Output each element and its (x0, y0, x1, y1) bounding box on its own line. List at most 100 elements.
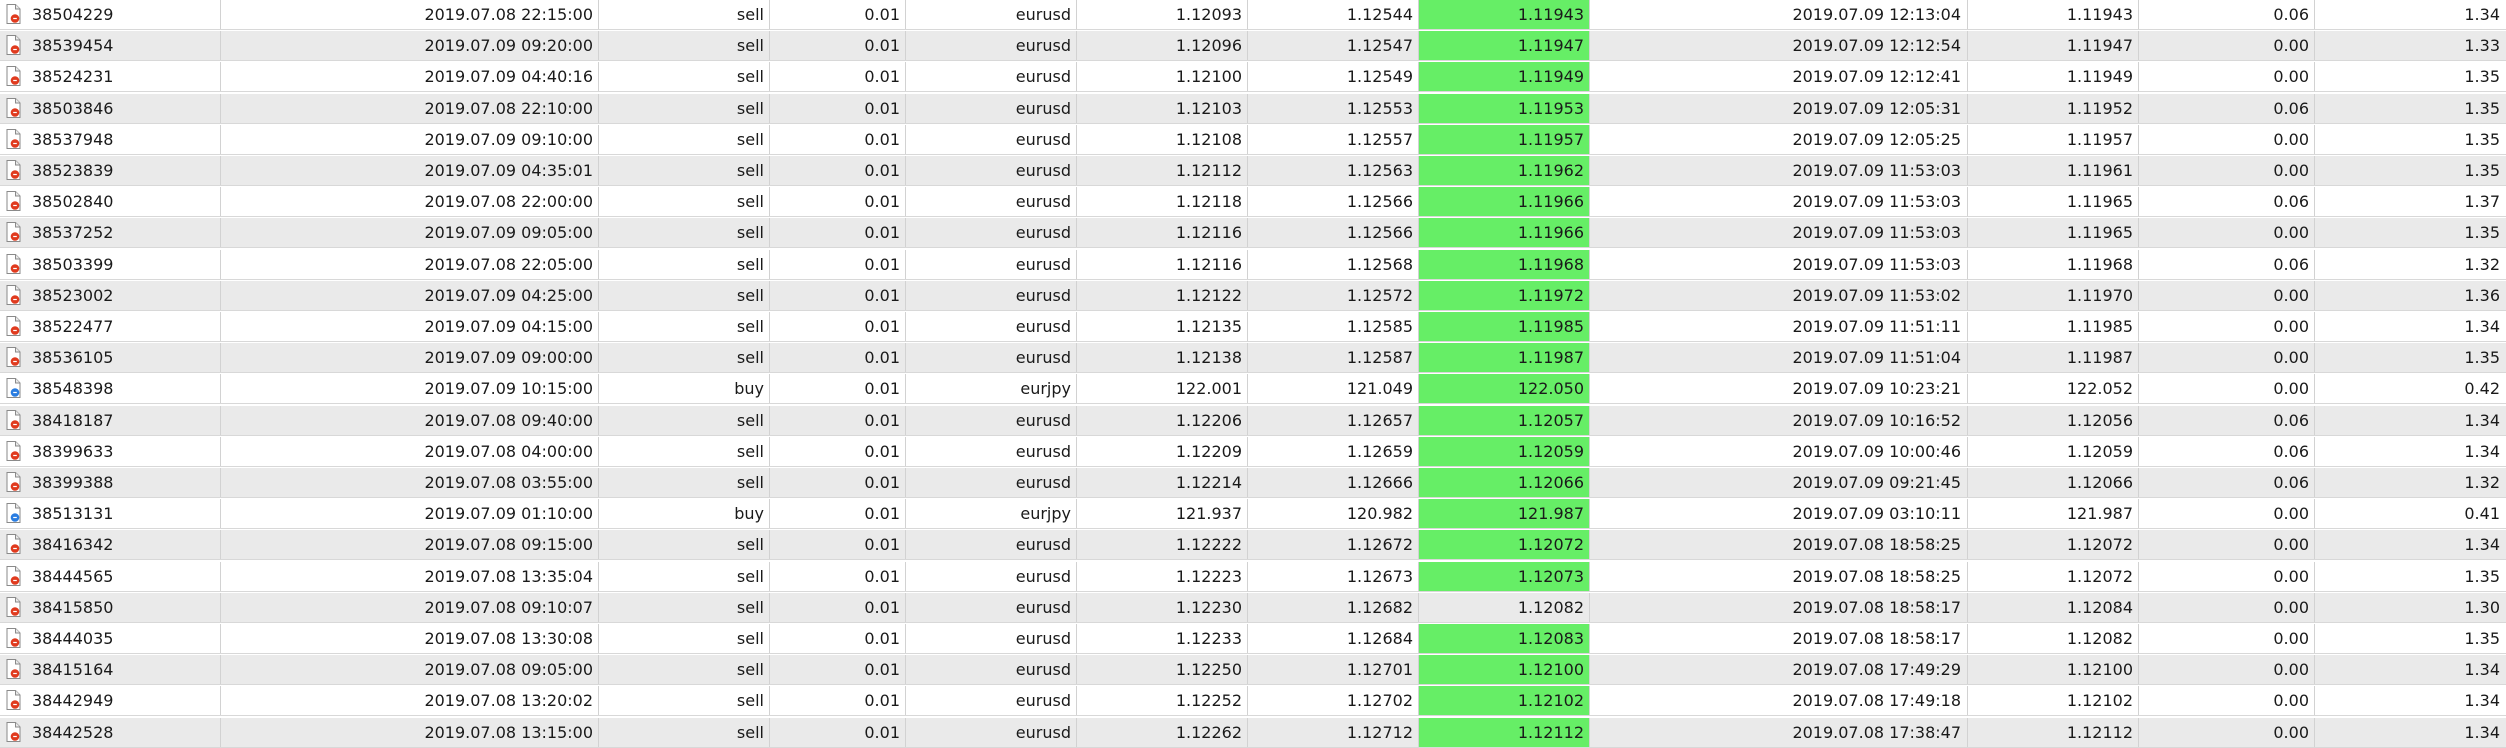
take-profit-cell: 1.11962 (1419, 156, 1590, 185)
swap-cell: 1.33 (2464, 36, 2500, 56)
open-time-cell: 2019.07.09 04:35:01 (221, 156, 599, 185)
close-price-cell: 1.12082 (1968, 624, 2139, 653)
table-row[interactable]: 38399633 2019.07.08 04:00:00 sell 0.01 eurus… (0, 436, 2506, 467)
swap-cell: 1.34 (2464, 441, 2500, 461)
symbol-cell: eurusd (906, 343, 1077, 373)
table-row[interactable]: 38502840 2019.07.08 22:00:00 sell 0.01 eurus… (0, 187, 2506, 218)
type-cell: sell (599, 31, 770, 61)
take-profit-cell: 1.12072 (1419, 530, 1590, 560)
table-row[interactable]: 38415850 2019.07.08 09:10:07 sell 0.01 eurus… (0, 592, 2506, 623)
stop-loss-cell: 1.12659 (1248, 436, 1419, 466)
stop-loss-cell: 1.12544 (1248, 0, 1419, 29)
type-cell: sell (599, 280, 770, 310)
table-row[interactable]: 38442949 2019.07.08 13:20:02 sell 0.01 eurus… (0, 686, 2506, 717)
table-row[interactable]: 38537948 2019.07.09 09:10:00 sell 0.01 eurus… (0, 124, 2506, 155)
commission-cell: 0.06 (2139, 468, 2315, 497)
close-price-cell: 1.11949 (1968, 62, 2139, 92)
swap-cell: 1.34 (2464, 691, 2500, 711)
ticket-cell: 38399388 (0, 468, 221, 497)
type-cell: sell (599, 436, 770, 466)
open-time-cell: 2019.07.08 09:15:00 (221, 530, 599, 560)
open-price-cell: 1.12103 (1077, 93, 1248, 123)
swap-cell: 0.41 (2464, 504, 2500, 524)
table-row[interactable]: 38522477 2019.07.09 04:15:00 sell 0.01 eurus… (0, 312, 2506, 342)
symbol-cell: eurjpy (906, 499, 1077, 529)
symbol-cell: eurusd (906, 187, 1077, 217)
volume-cell: 0.01 (770, 156, 906, 185)
ticket-cell: 38524231 (0, 62, 221, 92)
sell-order-icon (6, 160, 21, 180)
type-cell: sell (599, 124, 770, 154)
close-time-cell: 2019.07.09 11:53:03 (1590, 187, 1968, 217)
table-row[interactable]: 38415164 2019.07.08 09:05:00 sell 0.01 eurus… (0, 655, 2506, 686)
swap-cell: 1.30 (2464, 597, 2500, 617)
open-price-cell: 1.12214 (1077, 468, 1248, 497)
close-time-cell: 2019.07.09 10:16:52 (1590, 405, 1968, 435)
close-time-cell: 2019.07.09 12:12:41 (1590, 62, 1968, 92)
stop-loss-cell: 1.12563 (1248, 156, 1419, 185)
swap-cell: 0.42 (2464, 379, 2500, 399)
ticket-cell: 38522477 (0, 312, 221, 341)
volume-cell: 0.01 (770, 561, 906, 591)
open-price-cell: 1.12206 (1077, 405, 1248, 435)
table-row[interactable]: 38536105 2019.07.09 09:00:00 sell 0.01 eurus… (0, 343, 2506, 374)
sell-order-icon (6, 128, 21, 149)
table-row[interactable]: 38444565 2019.07.08 13:35:04 sell 0.01 eurus… (0, 561, 2506, 592)
open-price-cell: 122.001 (1077, 374, 1248, 404)
sell-order-icon (6, 440, 21, 461)
close-price-cell: 1.12059 (1968, 436, 2139, 466)
table-row[interactable]: 38523839 2019.07.09 04:35:01 sell 0.01 eurus… (0, 156, 2506, 186)
ticket-number: 38539454 (32, 36, 114, 56)
open-price-cell: 1.12122 (1077, 280, 1248, 310)
take-profit-cell: 1.11972 (1419, 280, 1590, 310)
ticket-number: 38415850 (32, 597, 114, 617)
close-price-cell: 1.11965 (1968, 218, 2139, 248)
table-row[interactable]: 38503399 2019.07.08 22:05:00 sell 0.01 eurus… (0, 249, 2506, 280)
ticket-number: 38442528 (32, 722, 114, 742)
table-row[interactable]: 38504229 2019.07.08 22:15:00 sell 0.01 eurus… (0, 0, 2506, 30)
take-profit-cell: 1.11957 (1419, 124, 1590, 154)
table-row[interactable]: 38537252 2019.07.09 09:05:00 sell 0.01 eurus… (0, 218, 2506, 249)
table-row[interactable]: 38503846 2019.07.08 22:10:00 sell 0.01 eurus… (0, 93, 2506, 124)
table-row[interactable]: 38416342 2019.07.08 09:15:00 sell 0.01 eurus… (0, 530, 2506, 561)
swap-cell: 1.35 (2464, 348, 2500, 368)
close-time-cell: 2019.07.08 17:49:18 (1590, 686, 1968, 716)
commission-cell: 0.00 (2139, 655, 2315, 685)
close-time-cell: 2019.07.09 11:53:03 (1590, 249, 1968, 279)
ticket-number: 38513131 (32, 504, 114, 524)
swap-cell: 1.37 (2464, 192, 2500, 212)
stop-loss-cell: 1.12682 (1248, 592, 1419, 622)
close-time-cell: 2019.07.08 17:38:47 (1590, 717, 1968, 747)
close-time-cell: 2019.07.09 12:12:54 (1590, 31, 1968, 61)
symbol-cell: eurusd (906, 592, 1077, 622)
table-row[interactable]: 38513131 2019.07.09 01:10:00 buy 0.01 eurjpy… (0, 499, 2506, 530)
open-price-cell: 1.12252 (1077, 686, 1248, 716)
type-cell: sell (599, 717, 770, 747)
commission-cell: 0.06 (2139, 187, 2315, 217)
table-row[interactable]: 38442528 2019.07.08 13:15:00 sell 0.01 eurus… (0, 717, 2506, 748)
sell-order-icon (6, 253, 21, 274)
symbol-cell: eurusd (906, 561, 1077, 591)
swap-cell: 1.35 (2464, 629, 2500, 648)
open-time-cell: 2019.07.08 09:05:00 (221, 655, 599, 685)
symbol-cell: eurusd (906, 468, 1077, 497)
ticket-cell: 38523002 (0, 280, 221, 310)
table-row[interactable]: 38418187 2019.07.08 09:40:00 sell 0.01 eurus… (0, 405, 2506, 436)
ticket-cell: 38523839 (0, 156, 221, 185)
take-profit-cell: 1.12102 (1419, 686, 1590, 716)
sell-order-icon (6, 35, 21, 56)
table-row[interactable]: 38539454 2019.07.09 09:20:00 sell 0.01 eurus… (0, 31, 2506, 62)
symbol-cell: eurusd (906, 0, 1077, 29)
open-time-cell: 2019.07.09 04:15:00 (221, 312, 599, 341)
table-row[interactable]: 38444035 2019.07.08 13:30:08 sell 0.01 eurus… (0, 624, 2506, 654)
table-row[interactable]: 38548398 2019.07.09 10:15:00 buy 0.01 eurjpy… (0, 374, 2506, 405)
open-price-cell: 1.12223 (1077, 561, 1248, 591)
sell-order-icon (6, 191, 21, 212)
table-row[interactable]: 38523002 2019.07.09 04:25:00 sell 0.01 eurus… (0, 280, 2506, 311)
open-price-cell: 1.12096 (1077, 31, 1248, 61)
open-time-cell: 2019.07.08 13:35:04 (221, 561, 599, 591)
type-cell: sell (599, 218, 770, 248)
table-row[interactable]: 38524231 2019.07.09 04:40:16 sell 0.01 eurus… (0, 62, 2506, 93)
table-row[interactable]: 38399388 2019.07.08 03:55:00 sell 0.01 eurus… (0, 468, 2506, 498)
ticket-number: 38548398 (32, 379, 114, 399)
